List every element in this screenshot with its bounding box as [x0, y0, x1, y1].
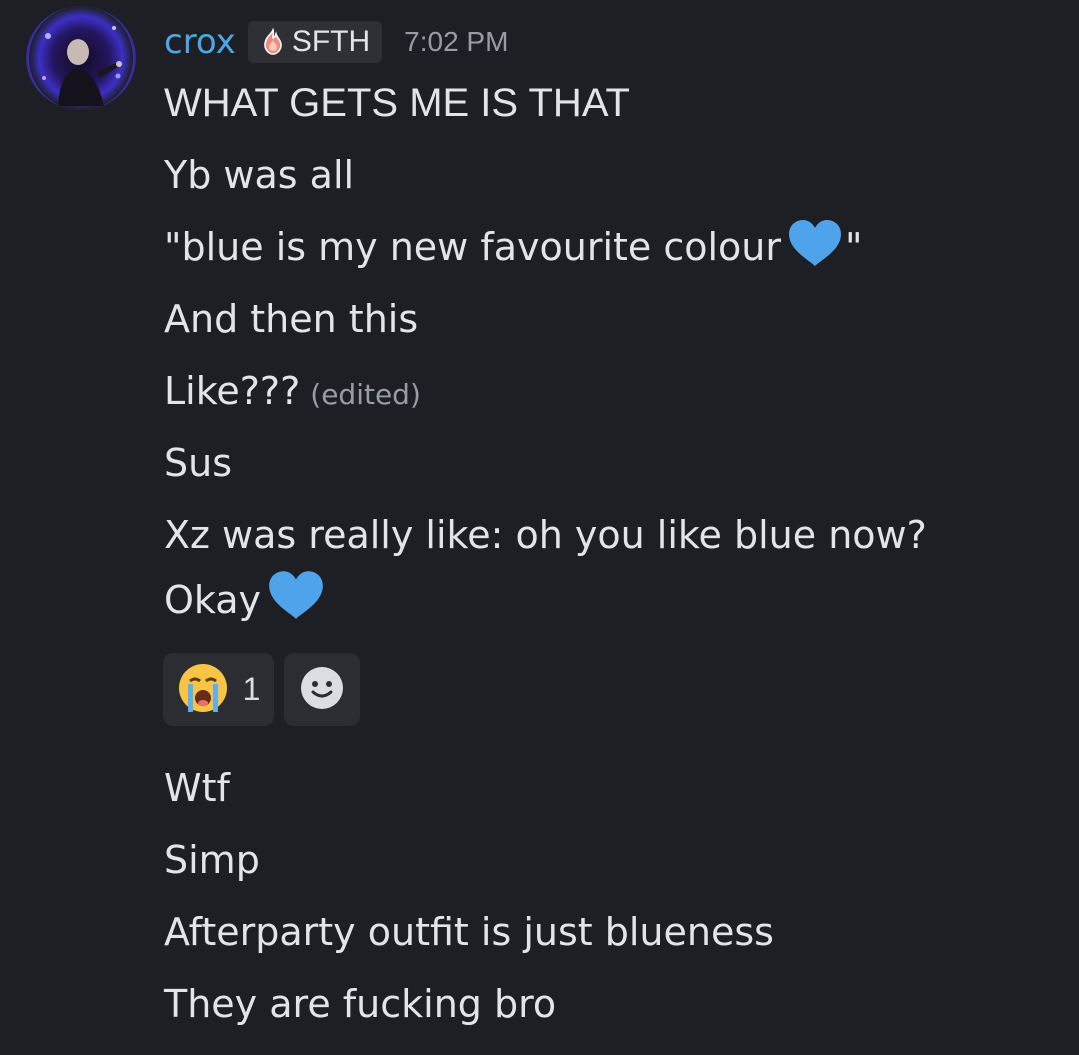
message-line: They are fucking bro — [164, 982, 557, 1026]
reactions-bar: 1 — [163, 653, 360, 726]
reaction-crying[interactable]: 1 — [163, 653, 274, 726]
timestamp[interactable]: 7:02 PM — [404, 26, 508, 58]
flame-icon — [258, 27, 288, 57]
blue-heart-icon — [785, 218, 845, 285]
username[interactable]: crox — [164, 25, 236, 59]
message-line: Afterparty outfit is just blueness — [164, 910, 774, 954]
blue-heart-icon — [265, 569, 327, 638]
message-line: Sus — [164, 441, 233, 485]
message-header: crox SFTH 7:02 PM — [164, 14, 508, 70]
message-line: Xz was really like: oh you like blue now… — [164, 513, 927, 557]
add-reaction-smiley-icon — [300, 666, 344, 714]
message-line: And then this — [164, 297, 419, 341]
add-reaction-button[interactable] — [284, 653, 360, 726]
message-line: Simp — [164, 838, 260, 882]
edited-label: (edited) — [310, 378, 421, 411]
message-line: Like??? (edited) — [164, 369, 421, 413]
message-line: Okay — [164, 569, 327, 629]
message-line: Yb was all — [164, 153, 355, 197]
server-tag-label: SFTH — [291, 25, 371, 58]
message-line: WHAT GETS ME IS THAT — [164, 81, 630, 125]
message-line: Wtf — [164, 766, 230, 810]
user-avatar[interactable] — [26, 6, 136, 110]
server-tag[interactable]: SFTH — [247, 21, 383, 63]
loudly-crying-face-icon — [177, 662, 229, 718]
message-line: "blue is my new favourite colour " — [164, 217, 863, 277]
reaction-count: 1 — [242, 671, 261, 707]
